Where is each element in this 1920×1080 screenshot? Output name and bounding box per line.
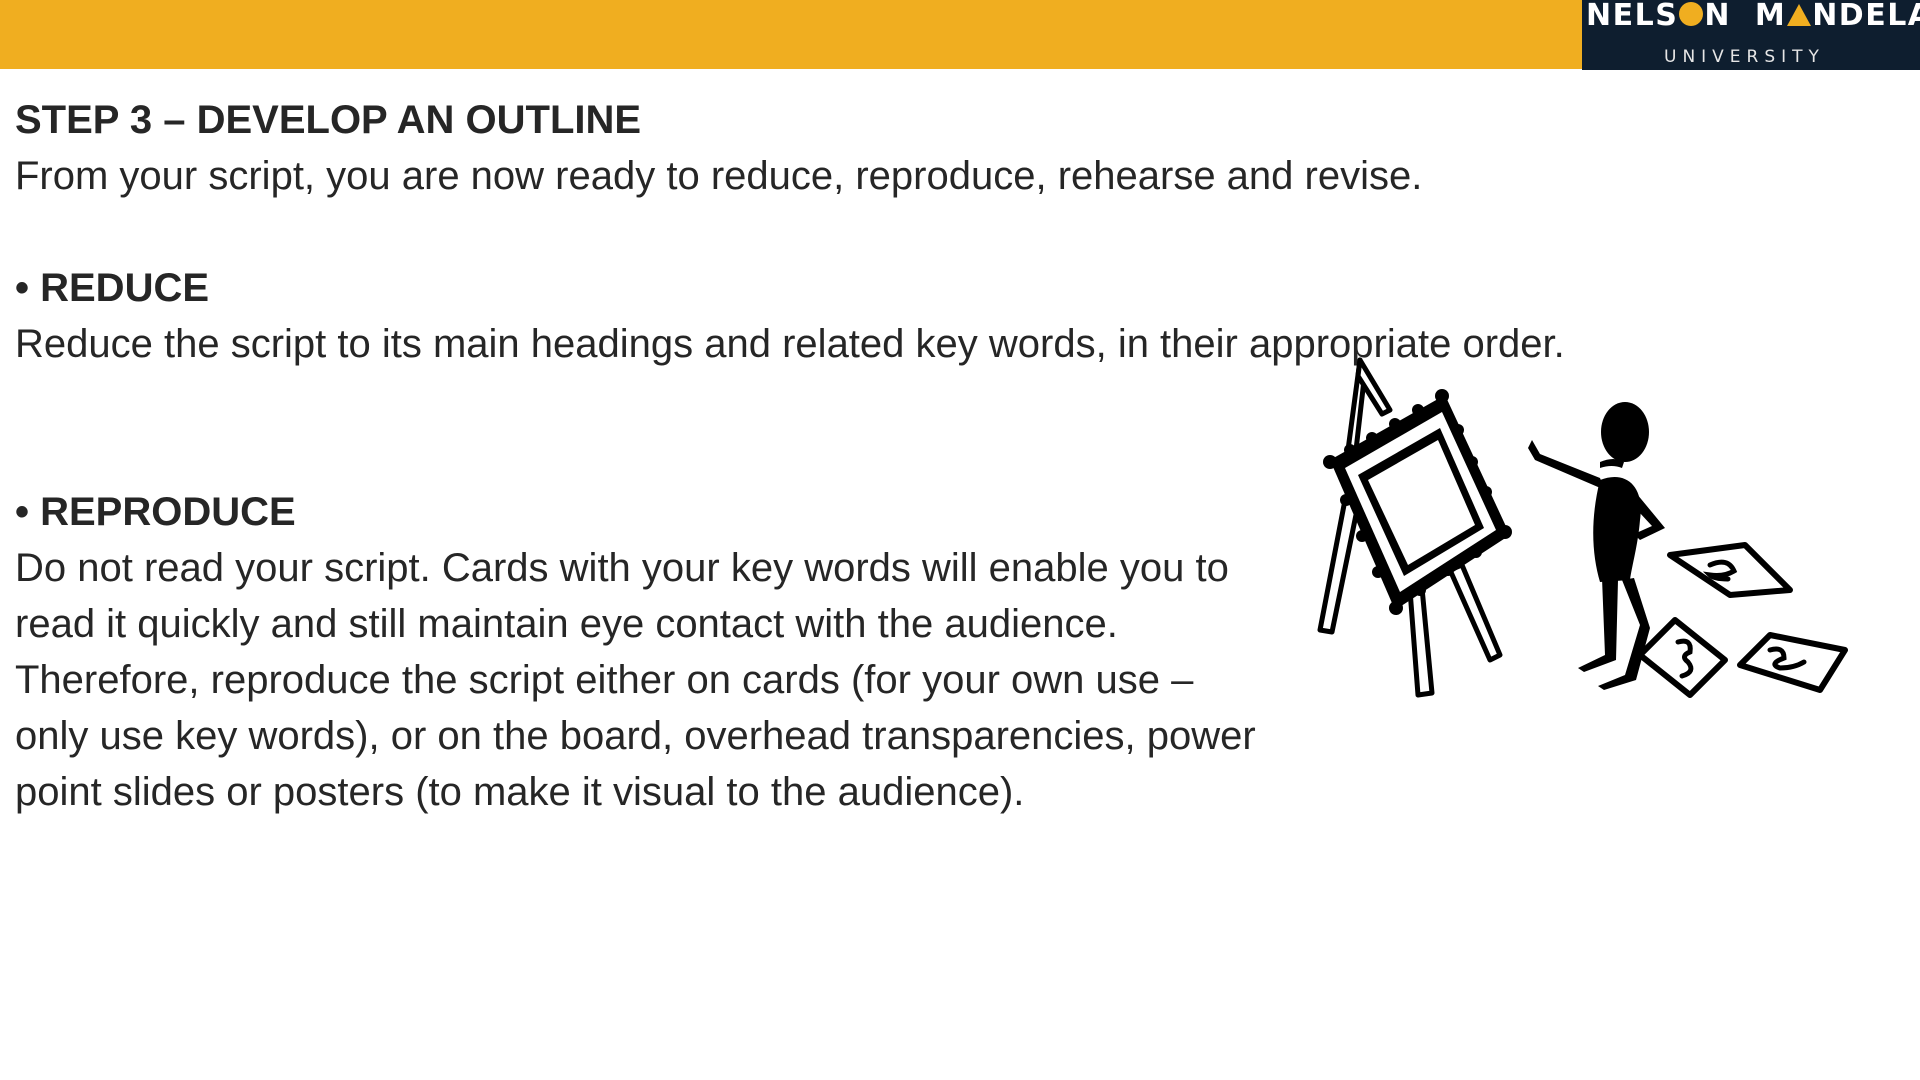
reproduce-body: Do not read your script. Cards with your… (15, 546, 1256, 814)
slide-intro: From your script, you are now ready to r… (15, 154, 1423, 198)
logo-mountain-icon (1787, 4, 1812, 26)
slide-title: STEP 3 – DEVELOP AN OUTLINE (15, 98, 642, 142)
logo-subtitle: UNIVERSITY (1664, 47, 1825, 67)
reduce-heading: • REDUCE (15, 266, 210, 310)
presenter-easel-illustration-icon (1317, 357, 1848, 698)
header-accent-bar (0, 0, 1582, 69)
logo-sun-icon (1679, 2, 1704, 26)
logo-wordmark: NELSN MNDELA (1586, 0, 1920, 33)
university-logo: NELSN MNDELA UNIVERSITY (1582, 0, 1920, 70)
